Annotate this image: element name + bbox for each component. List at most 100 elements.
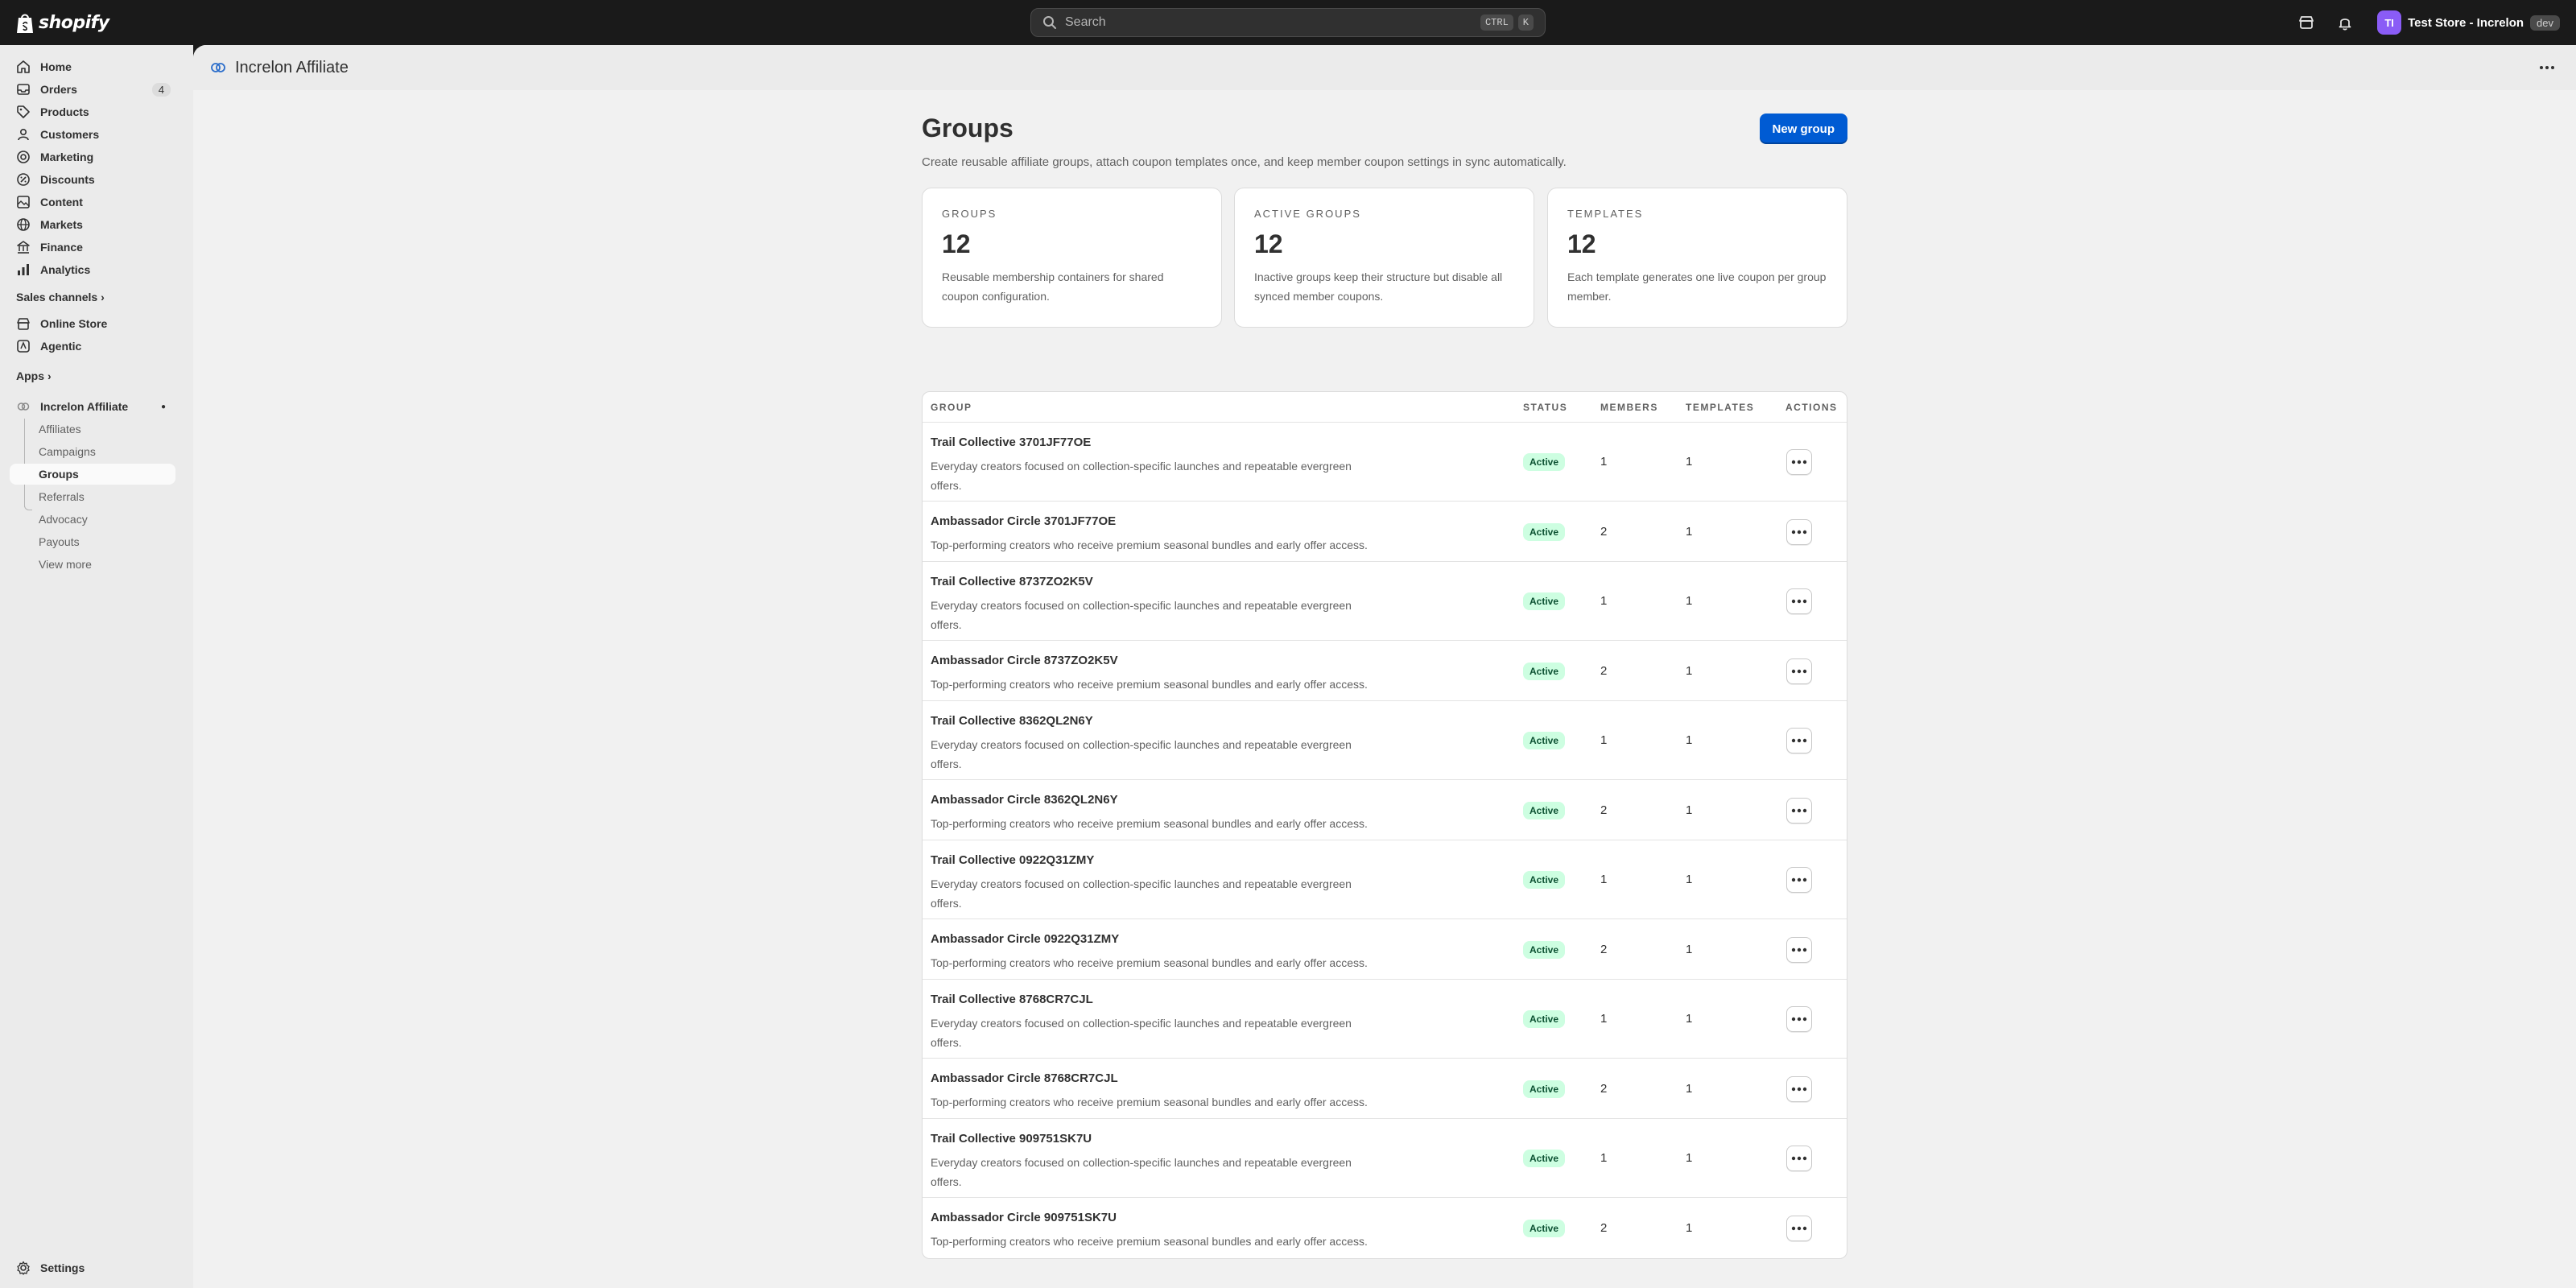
sidebar-item-finance[interactable]: Finance [10, 237, 175, 258]
row-actions-button[interactable] [1786, 1215, 1812, 1241]
app-icon [17, 402, 30, 411]
group-name[interactable]: Trail Collective 8362QL2N6Y [931, 714, 1093, 728]
sidebar-subitem-advocacy[interactable]: Advocacy [10, 509, 175, 530]
store-menu[interactable]: TI Test Store - Increlon dev [2377, 10, 2560, 35]
sidebar-item-label: Analytics [40, 263, 91, 276]
sidebar-subitem-campaigns[interactable]: Campaigns [10, 441, 175, 462]
row-actions-button[interactable] [1786, 1006, 1812, 1032]
sidebar-item-content[interactable]: Content [10, 192, 175, 213]
members-count: 1 [1600, 455, 1608, 469]
notifications-button[interactable] [2330, 8, 2359, 37]
settings-button[interactable]: Settings [10, 1257, 175, 1278]
sidebar-item-label: Discounts [40, 173, 95, 186]
table-row[interactable]: Ambassador Circle 3701JF77OE Top-performi… [923, 502, 1847, 562]
search-bar[interactable]: Search CTRL K [1030, 8, 1546, 37]
status-badge: Active [1523, 592, 1566, 610]
sidebar-item-agentic[interactable]: Agentic [10, 336, 175, 357]
app-name: Increlon Affiliate [40, 400, 129, 413]
row-actions-button[interactable] [1786, 797, 1812, 824]
sidebar: Home Orders 4 Products Customers Marketing Dis… [0, 45, 193, 1288]
stat-value: 12 [1254, 229, 1283, 258]
table-row[interactable]: Ambassador Circle 8768CR7CJL Top-performi… [923, 1059, 1847, 1119]
app-more-button[interactable] [2537, 58, 2557, 77]
stat-card-templates: TEMPLATES 12 Each template generates one… [1547, 188, 1847, 328]
group-description: Everyday creators focused on collection-… [931, 599, 1352, 631]
more-horizontal-icon [1791, 460, 1807, 464]
orders-count-badge: 4 [151, 82, 171, 97]
table-row[interactable]: Trail Collective 8768CR7CJL Everyday crea… [923, 980, 1847, 1059]
sidebar-item-online-store[interactable]: Online Store [10, 313, 175, 334]
row-actions-button[interactable] [1786, 1075, 1812, 1102]
group-name[interactable]: Ambassador Circle 8737ZO2K5V [931, 654, 1118, 667]
table-row[interactable]: Ambassador Circle 0922Q31ZMY Top-performi… [923, 919, 1847, 980]
table-row[interactable]: Ambassador Circle 8362QL2N6Y Top-performi… [923, 780, 1847, 840]
sidebar-subitem-affiliates[interactable]: Affiliates [10, 419, 175, 440]
group-name[interactable]: Trail Collective 0922Q31ZMY [931, 853, 1094, 867]
table-row[interactable]: Trail Collective 3701JF77OE Everyday crea… [923, 423, 1847, 502]
table-row[interactable]: Trail Collective 8362QL2N6Y Everyday crea… [923, 701, 1847, 780]
sidebar-subitem-payouts[interactable]: Payouts [10, 531, 175, 552]
more-horizontal-icon [1791, 1156, 1807, 1161]
shopify-bag-icon [17, 14, 33, 33]
page-subtitle: Create reusable affiliate groups, attach… [922, 155, 1567, 169]
status-badge: Active [1523, 1010, 1566, 1028]
table-row[interactable]: Trail Collective 909751SK7U Everyday crea… [923, 1119, 1847, 1198]
sidebar-item-customers[interactable]: Customers [10, 124, 175, 145]
group-name[interactable]: Ambassador Circle 3701JF77OE [931, 514, 1116, 528]
group-description: Everyday creators focused on collection-… [931, 1156, 1352, 1188]
more-horizontal-icon [1791, 1087, 1807, 1091]
table-row[interactable]: Ambassador Circle 909751SK7U Top-performi… [923, 1198, 1847, 1258]
row-actions-button[interactable] [1786, 518, 1812, 545]
group-name[interactable]: Trail Collective 909751SK7U [931, 1132, 1092, 1146]
row-actions-button[interactable] [1786, 588, 1812, 614]
stat-value: 12 [1567, 229, 1596, 258]
agentic-icon [17, 340, 30, 353]
top-bar: shopify Search CTRL K TI Test Store - In… [0, 0, 2576, 45]
row-actions-button[interactable] [1786, 936, 1812, 963]
templates-count: 1 [1686, 1151, 1693, 1165]
group-name[interactable]: Ambassador Circle 0922Q31ZMY [931, 932, 1119, 946]
group-name[interactable]: Trail Collective 8768CR7CJL [931, 993, 1093, 1006]
sales-channels-header[interactable]: Sales channels › [16, 291, 105, 303]
bell-icon [2339, 19, 2351, 31]
group-name[interactable]: Trail Collective 3701JF77OE [931, 436, 1091, 449]
row-actions-button[interactable] [1786, 449, 1812, 475]
group-name[interactable]: Ambassador Circle 8362QL2N6Y [931, 793, 1118, 807]
sidebar-subitem-referrals[interactable]: Referrals [10, 486, 175, 507]
sidebar-item-products[interactable]: Products [10, 101, 175, 122]
new-group-button[interactable]: New group [1759, 114, 1847, 144]
logo-text: shopify [39, 12, 109, 33]
row-actions-button[interactable] [1786, 728, 1812, 753]
tag-icon [17, 105, 30, 118]
store-switch-button[interactable] [2292, 8, 2321, 37]
sidebar-item-home[interactable]: Home [10, 56, 175, 77]
sidebar-subitem-view-more[interactable]: View more [10, 554, 175, 575]
apps-header[interactable]: Apps › [16, 369, 52, 382]
group-name[interactable]: Ambassador Circle 8768CR7CJL [931, 1071, 1118, 1085]
sidebar-item-increlon-affiliate[interactable]: Increlon Affiliate ● [10, 396, 175, 417]
row-actions-button[interactable] [1786, 1146, 1812, 1171]
group-name[interactable]: Ambassador Circle 909751SK7U [931, 1211, 1117, 1224]
stat-desc: Inactive groups keep their structure but… [1254, 270, 1503, 303]
group-name[interactable]: Trail Collective 8737ZO2K5V [931, 575, 1093, 588]
status-badge: Active [1523, 732, 1566, 749]
app-logo-icon [211, 63, 225, 72]
shopify-logo[interactable]: shopify [16, 10, 109, 35]
sidebar-item-label: Marketing [40, 151, 94, 163]
table-row[interactable]: Trail Collective 8737ZO2K5V Everyday crea… [923, 562, 1847, 641]
sidebar-item-discounts[interactable]: Discounts [10, 169, 175, 190]
sidebar-subitem-groups[interactable]: Groups [10, 464, 175, 485]
settings-label: Settings [40, 1261, 85, 1274]
store-icon [17, 318, 30, 330]
table-row[interactable]: Ambassador Circle 8737ZO2K5V Top-performi… [923, 641, 1847, 701]
sidebar-item-markets[interactable]: Markets [10, 214, 175, 235]
store-name: Test Store - Increlon [2408, 15, 2524, 30]
templates-count: 1 [1686, 1081, 1693, 1096]
row-actions-button[interactable] [1786, 867, 1812, 893]
row-actions-button[interactable] [1786, 658, 1812, 684]
members-count: 2 [1600, 1081, 1608, 1096]
sidebar-item-analytics[interactable]: Analytics [10, 259, 175, 280]
sidebar-item-orders[interactable]: Orders 4 [10, 79, 175, 100]
table-row[interactable]: Trail Collective 0922Q31ZMY Everyday crea… [923, 840, 1847, 919]
sidebar-item-marketing[interactable]: Marketing [10, 147, 175, 167]
